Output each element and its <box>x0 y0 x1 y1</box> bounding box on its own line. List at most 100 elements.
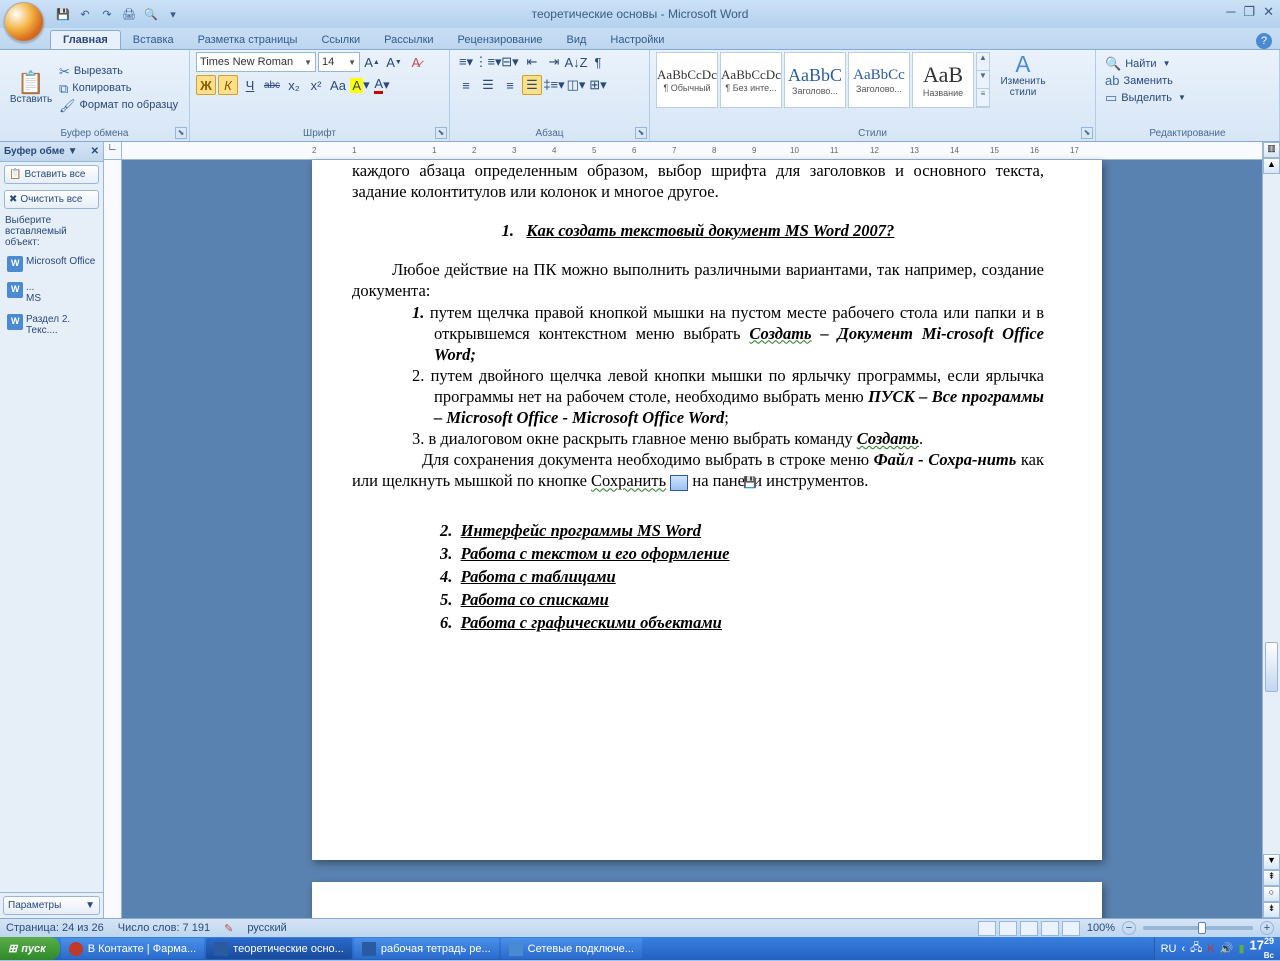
status-language[interactable]: русский <box>247 922 286 934</box>
taskbar-item-1[interactable]: В Контакте | Фарма... <box>61 938 204 959</box>
zoom-slider[interactable] <box>1143 926 1253 930</box>
font-name-combo[interactable]: Times New Roman▼ <box>196 52 316 72</box>
pane-options-button[interactable]: Параметры▼ <box>3 896 100 915</box>
paste-all-button[interactable]: 📋Вставить все <box>4 165 99 184</box>
font-color-button[interactable]: A▾ <box>372 75 392 95</box>
borders-button[interactable]: ⊞▾ <box>588 75 608 95</box>
subscript-button[interactable]: x₂ <box>284 75 304 95</box>
document-next-page[interactable] <box>312 882 1102 918</box>
view-web-layout[interactable] <box>1020 921 1038 936</box>
tab-page-layout[interactable]: Разметка страницы <box>186 31 310 49</box>
clear-format-button[interactable]: A̷ <box>406 52 426 72</box>
scroll-down-button[interactable]: ▼ <box>1263 854 1280 870</box>
bullets-button[interactable]: ≡▾ <box>456 52 476 72</box>
tab-view[interactable]: Вид <box>555 31 599 49</box>
multilevel-button[interactable]: ⊟▾ <box>500 52 520 72</box>
next-page-button[interactable]: ⇟ <box>1263 902 1280 918</box>
increase-indent-button[interactable]: ⇥ <box>544 52 564 72</box>
vertical-scrollbar[interactable]: ▥ ▲ ▼ ⇞ ○ ⇟ <box>1262 142 1280 918</box>
zoom-level[interactable]: 100% <box>1087 922 1115 934</box>
justify-button[interactable]: ☰ <box>522 75 542 95</box>
tab-mailings[interactable]: Рассылки <box>372 31 445 49</box>
align-right-button[interactable]: ≡ <box>500 75 520 95</box>
tab-selector[interactable]: ∟ <box>104 142 121 160</box>
clip-item-3[interactable]: Раздел 2. Текс.... <box>4 311 99 339</box>
styles-dialog-launcher[interactable]: ⬊ <box>1081 127 1093 139</box>
numbering-button[interactable]: ⋮≡▾ <box>478 52 498 72</box>
clip-item-1[interactable]: Microsoft Office <box>4 253 99 275</box>
tray-battery-icon[interactable]: ▮ <box>1238 942 1244 955</box>
tray-volume-icon[interactable]: 🔊 <box>1220 942 1234 955</box>
pane-close-icon[interactable]: ✕ <box>91 146 99 157</box>
style-heading2[interactable]: AaBbCcЗаголово... <box>848 52 910 108</box>
font-dialog-launcher[interactable]: ⬊ <box>435 127 447 139</box>
zoom-slider-thumb[interactable] <box>1198 922 1206 934</box>
minimize-button[interactable]: ─ <box>1226 4 1235 20</box>
show-marks-button[interactable]: ¶ <box>588 52 608 72</box>
taskbar-item-3[interactable]: рабочая тетрадь ре... <box>354 938 499 959</box>
styles-gallery-scroll[interactable]: ▲▼≡ <box>976 52 990 108</box>
align-left-button[interactable]: ≡ <box>456 75 476 95</box>
vertical-ruler[interactable] <box>104 160 121 918</box>
grow-font-button[interactable]: A▲ <box>362 52 382 72</box>
status-words[interactable]: Число слов: 7 191 <box>118 922 210 934</box>
decrease-indent-button[interactable]: ⇤ <box>522 52 542 72</box>
shrink-font-button[interactable]: A▼ <box>384 52 404 72</box>
align-center-button[interactable]: ☰ <box>478 75 498 95</box>
horizontal-ruler[interactable]: 21 123 456 789 101112 131415 1617 <box>122 142 1262 160</box>
underline-button[interactable]: Ч <box>240 75 260 95</box>
bold-button[interactable]: Ж <box>196 75 216 95</box>
tab-addins[interactable]: Настройки <box>598 31 676 49</box>
view-print-layout[interactable] <box>978 921 996 936</box>
prev-page-button[interactable]: ⇞ <box>1263 870 1280 886</box>
strike-button[interactable]: abc <box>262 75 282 95</box>
zoom-in-button[interactable]: + <box>1260 921 1274 935</box>
sort-button[interactable]: A↓Z <box>566 52 586 72</box>
tab-references[interactable]: Ссылки <box>309 31 372 49</box>
status-page[interactable]: Страница: 24 из 26 <box>6 922 104 934</box>
italic-button[interactable]: К <box>218 75 238 95</box>
find-button[interactable]: 🔍Найти▼ <box>1102 56 1273 71</box>
replace-button[interactable]: abЗаменить <box>1102 73 1273 88</box>
scroll-thumb[interactable] <box>1265 642 1278 692</box>
scroll-up-button[interactable]: ▲ <box>1263 158 1280 174</box>
tray-kaspersky-icon[interactable]: K <box>1207 943 1214 955</box>
line-spacing-button[interactable]: ‡≡▾ <box>544 75 564 95</box>
start-button[interactable]: ⊞пуск <box>0 937 60 960</box>
office-button[interactable] <box>4 2 44 42</box>
taskbar-item-4[interactable]: Сетевые подключе... <box>501 938 642 959</box>
ruler-toggle-button[interactable]: ▥ <box>1263 142 1280 158</box>
style-heading1[interactable]: AaBbCЗаголово... <box>784 52 846 108</box>
change-case-button[interactable]: Aa <box>328 75 348 95</box>
help-icon[interactable]: ? <box>1256 33 1272 49</box>
tab-review[interactable]: Рецензирование <box>446 31 555 49</box>
zoom-out-button[interactable]: − <box>1122 921 1136 935</box>
clear-all-button[interactable]: ✖Очистить все <box>4 190 99 209</box>
pane-dropdown-icon[interactable]: ▼ <box>68 146 78 157</box>
view-outline[interactable] <box>1041 921 1059 936</box>
taskbar-item-2[interactable]: теоретические осно... <box>206 938 352 959</box>
document-page[interactable]: каждого абзаца определенным образом, выб… <box>312 160 1102 860</box>
paragraph-dialog-launcher[interactable]: ⬊ <box>635 127 647 139</box>
style-normal[interactable]: AaBbCcDc¶ Обычный <box>656 52 718 108</box>
select-button[interactable]: ▭Выделить▼ <box>1102 90 1273 105</box>
clock[interactable]: 1729Вс <box>1250 936 1274 961</box>
close-button[interactable]: ✕ <box>1263 4 1274 20</box>
font-size-combo[interactable]: 14▼ <box>318 52 360 72</box>
clip-item-2[interactable]: ... MS <box>4 279 99 307</box>
tab-home[interactable]: Главная <box>50 30 121 49</box>
paste-button[interactable]: 📋 Вставить <box>6 52 56 124</box>
change-styles-button[interactable]: ＡИзменить стили <box>996 52 1050 100</box>
tray-network-icon[interactable]: 🖧 <box>1190 939 1202 958</box>
clipboard-dialog-launcher[interactable]: ⬊ <box>175 127 187 139</box>
cut-button[interactable]: ✂Вырезать <box>56 64 181 79</box>
style-title[interactable]: АаВНазвание <box>912 52 974 108</box>
shading-button[interactable]: ◫▾ <box>566 75 586 95</box>
highlight-button[interactable]: A▾ <box>350 75 370 95</box>
view-full-screen[interactable] <box>999 921 1017 936</box>
proofing-icon[interactable]: ✎ <box>224 922 233 935</box>
tray-icon[interactable]: ‹ <box>1181 943 1185 955</box>
style-no-spacing[interactable]: AaBbCcDc¶ Без инте... <box>720 52 782 108</box>
tab-insert[interactable]: Вставка <box>121 31 186 49</box>
view-draft[interactable] <box>1062 921 1080 936</box>
